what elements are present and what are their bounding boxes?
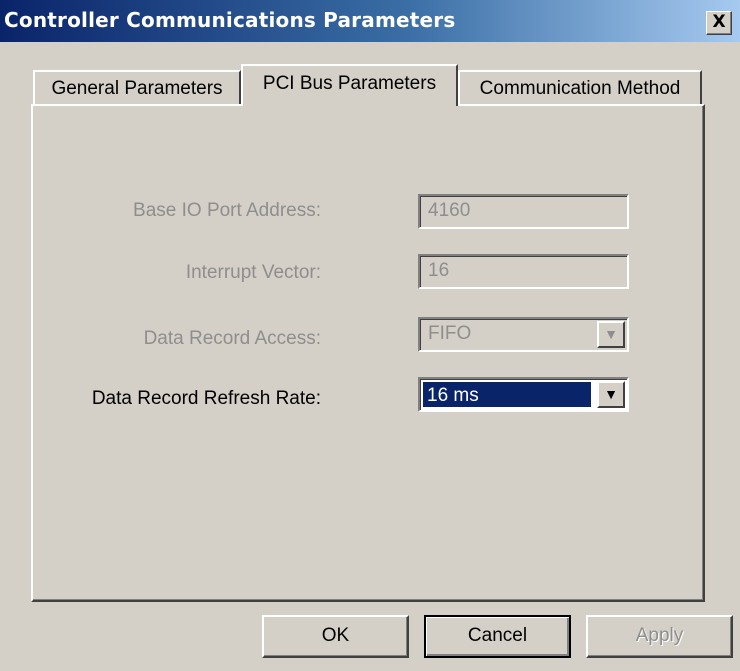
interrupt-vector-value: 16 <box>428 260 450 281</box>
data-record-refresh-select[interactable]: 16 ms ▼ <box>418 377 629 412</box>
apply-button-label: Apply <box>635 625 684 646</box>
chevron-down-icon[interactable]: ▼ <box>597 381 625 408</box>
tab-general-parameters[interactable]: General Parameters <box>33 70 241 106</box>
window-title: Controller Communications Parameters <box>4 8 456 32</box>
apply-button: Apply <box>586 615 733 658</box>
close-button[interactable]: X <box>706 11 732 35</box>
tab-communication-method[interactable]: Communication Method <box>458 70 702 106</box>
data-record-access-label: Data Record Access: <box>143 328 321 349</box>
ok-button-label: OK <box>321 625 350 646</box>
title-bar[interactable]: Controller Communications Parameters X <box>0 0 740 42</box>
chevron-down-icon: ▼ <box>597 321 625 348</box>
base-io-port-value: 4160 <box>428 200 471 221</box>
tab-pci-bus-parameters[interactable]: PCI Bus Parameters <box>241 64 458 106</box>
close-icon: X <box>712 12 726 32</box>
data-record-access-select: FIFO ▼ <box>418 317 629 352</box>
tab-label: Communication Method <box>479 78 681 99</box>
tab-label: General Parameters <box>51 78 223 99</box>
base-io-port-label: Base IO Port Address: <box>133 200 321 221</box>
selected-value: 16 ms <box>423 382 591 407</box>
cancel-button-label: Cancel <box>467 625 528 646</box>
base-io-port-field: 4160 <box>418 194 629 229</box>
tab-label: PCI Bus Parameters <box>262 73 437 94</box>
ok-button[interactable]: OK <box>262 615 409 658</box>
interrupt-vector-label: Interrupt Vector: <box>185 262 321 283</box>
data-record-refresh-label: Data Record Refresh Rate: <box>91 388 321 409</box>
tab-panel: Base IO Port Address: 4160 Interrupt Vec… <box>31 104 705 602</box>
data-record-refresh-value: 16 ms <box>427 385 479 406</box>
interrupt-vector-field: 16 <box>418 254 629 289</box>
data-record-access-value: FIFO <box>428 323 472 344</box>
cancel-button[interactable]: Cancel <box>424 615 571 658</box>
